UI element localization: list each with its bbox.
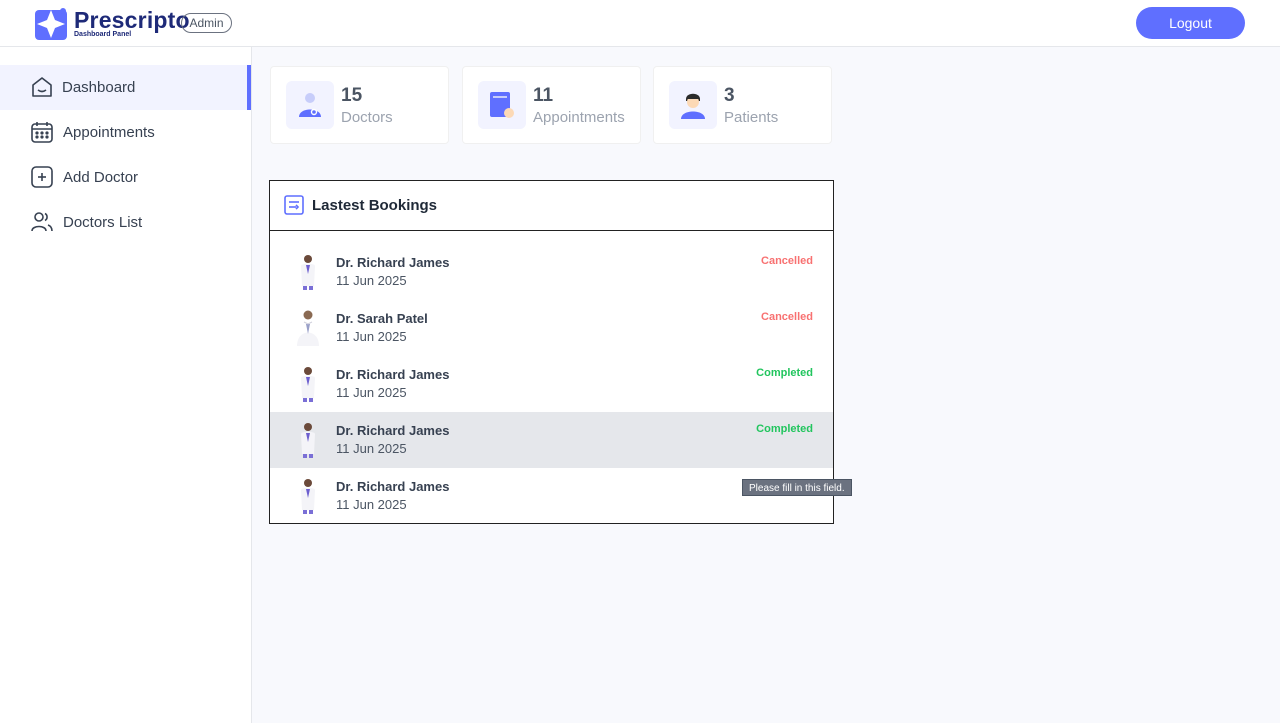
people-icon: [31, 212, 53, 232]
booking-row[interactable]: Dr. Richard James 11 Jun 2025 Completed: [270, 356, 833, 412]
doctor-icon: [286, 81, 334, 129]
latest-bookings-header: Lastest Bookings: [270, 181, 833, 231]
doctor-avatar: [301, 479, 315, 514]
list-icon: [284, 195, 304, 215]
brand-subtitle: Dashboard Panel: [74, 31, 132, 38]
stat-card-patients[interactable]: 3 Patients: [653, 66, 832, 144]
doctor-name: Dr. Richard James: [336, 255, 450, 270]
stat-card-appointments[interactable]: 11 Appointments: [462, 66, 641, 144]
stat-card-doctors[interactable]: 15 Doctors: [270, 66, 449, 144]
doctor-avatar: [301, 255, 315, 290]
doctor-name: Dr. Sarah Patel: [336, 311, 428, 326]
status-badge: Completed: [756, 367, 813, 379]
sidebar-item-dashboard[interactable]: Dashboard: [0, 65, 251, 110]
sidebar-item-add-doctor[interactable]: Add Doctor: [0, 155, 251, 200]
doctor-name: Dr. Richard James: [336, 423, 450, 438]
stat-label: Appointments: [533, 109, 625, 126]
patient-icon: [669, 81, 717, 129]
validation-tooltip: Please fill in this field.: [742, 479, 852, 496]
doctor-avatar: [301, 367, 315, 402]
sidebar: Dashboard Appointments Add Doctor Doctor…: [0, 47, 252, 723]
doctor-name: Dr. Richard James: [336, 367, 450, 382]
appointments-book-icon: [478, 81, 526, 129]
booking-date: 11 Jun 2025: [336, 273, 407, 288]
booking-row[interactable]: Dr. Richard James 11 Jun 2025 Completed: [270, 412, 833, 468]
sidebar-item-appointments[interactable]: Appointments: [0, 110, 251, 155]
prescripto-logo-icon[interactable]: [34, 7, 68, 41]
home-icon: [32, 77, 52, 97]
doctor-avatar: [297, 310, 319, 346]
booking-row[interactable]: Dr. Sarah Patel 11 Jun 2025 Cancelled: [270, 300, 833, 356]
add-icon: [31, 166, 53, 188]
doctor-name: Dr. Richard James: [336, 479, 450, 494]
sidebar-item-label: Doctors List: [63, 214, 143, 231]
booking-date: 11 Jun 2025: [336, 385, 407, 400]
latest-bookings-panel: Lastest Bookings Dr. Richard James 11 Ju…: [269, 180, 834, 524]
booking-date: 11 Jun 2025: [336, 497, 407, 512]
logout-button[interactable]: Logout: [1136, 7, 1245, 39]
role-badge: Admin: [181, 13, 232, 33]
doctor-avatar: [301, 423, 315, 458]
sidebar-item-label: Add Doctor: [63, 169, 139, 186]
status-badge: Cancelled: [761, 311, 813, 323]
sidebar-item-label: Dashboard: [62, 79, 136, 96]
stat-value: 15: [341, 85, 363, 106]
stat-label: Doctors: [341, 109, 393, 126]
status-badge: Cancelled: [761, 255, 813, 267]
booking-row[interactable]: Dr. Richard James 11 Jun 2025 Cancelled: [270, 244, 833, 300]
stat-label: Patients: [724, 109, 779, 126]
status-badge: Completed: [756, 423, 813, 435]
booking-date: 11 Jun 2025: [336, 329, 407, 344]
sidebar-item-label: Appointments: [63, 124, 155, 141]
booking-date: 11 Jun 2025: [336, 441, 407, 456]
top-header: Prescripto Dashboard Panel Admin Logout: [0, 0, 1280, 47]
stat-value: 11: [533, 85, 554, 106]
stat-value: 3: [724, 85, 735, 106]
calendar-icon: [31, 122, 53, 143]
latest-bookings-title: Lastest Bookings: [312, 197, 438, 214]
sidebar-item-doctors-list[interactable]: Doctors List: [0, 200, 251, 245]
